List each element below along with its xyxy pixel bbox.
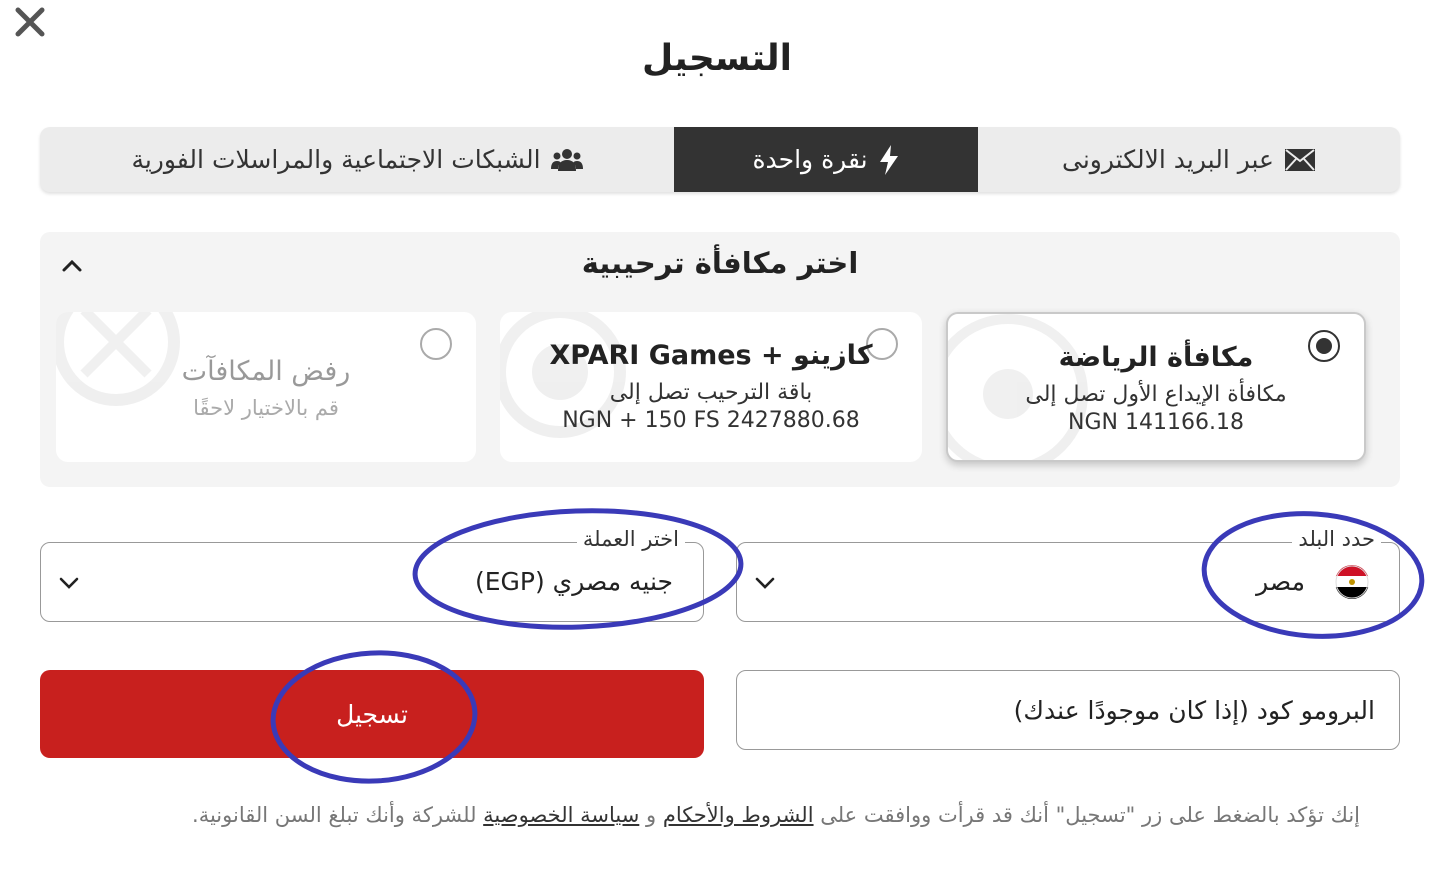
- country-value: مصر: [1256, 567, 1305, 596]
- dialog-title: التسجيل: [642, 38, 792, 79]
- tab-one-click-label: نقرة واحدة: [752, 145, 868, 174]
- promo-code-input[interactable]: [736, 670, 1400, 750]
- bonus-option-sport[interactable]: مكافأة الرياضة مكافأة الإيداع الأول تصل …: [946, 312, 1366, 462]
- close-button[interactable]: [12, 4, 48, 40]
- collapse-button[interactable]: [58, 252, 86, 280]
- bonus-heading: اختر مكافأة ترحيبية: [581, 246, 859, 280]
- tab-email-label: عبر البريد الالكترونى: [1062, 145, 1274, 174]
- currency-value: جنيه مصري (EGP): [474, 567, 673, 596]
- country-label: حدد البلد: [1292, 527, 1381, 551]
- registration-tabs: عبر البريد الالكترونى نقرة واحدة الشبكات…: [40, 127, 1400, 192]
- bonus-option-reject[interactable]: رفض المكافآت قم بالاختيار لاحقًا: [56, 312, 476, 462]
- country-select[interactable]: حدد البلد مصر: [736, 527, 1400, 622]
- close-icon: [15, 7, 45, 37]
- chevron-down-icon: [755, 577, 775, 589]
- tab-social-label: الشبكات الاجتماعية والمراسلات الفورية: [131, 145, 541, 174]
- tab-one-click[interactable]: نقرة واحدة: [674, 127, 978, 192]
- chevron-up-icon: [62, 259, 82, 272]
- privacy-link[interactable]: سياسة الخصوصية: [483, 803, 639, 827]
- currency-select[interactable]: اختر العملة جنيه مصري (EGP): [40, 527, 704, 622]
- bonus-option-casino[interactable]: كازينو + XPARI Games باقة الترحيب تصل إل…: [500, 312, 922, 462]
- bonus-sport-amount: NGN 141166.18: [1068, 410, 1244, 435]
- bonus-casino-title: كازينو + XPARI Games: [549, 340, 873, 371]
- bonus-sport-desc: مكافأة الإيداع الأول تصل إلى: [1025, 382, 1287, 407]
- disclaimer: إنك تؤكد بالضغط على زر "تسجيل" أنك قد قر…: [40, 803, 1360, 827]
- bonus-panel: اختر مكافأة ترحيبية مكافأة الرياضة مكافأ…: [40, 232, 1400, 487]
- cross-circle-icon: [56, 312, 180, 406]
- disclaimer-and: و: [639, 803, 663, 827]
- currency-label: اختر العملة: [576, 527, 685, 551]
- terms-link[interactable]: الشروط والأحكام: [663, 803, 814, 827]
- bonus-sport-title: مكافأة الرياضة: [1058, 342, 1254, 373]
- tab-email[interactable]: عبر البريد الالكترونى: [978, 127, 1400, 192]
- users-icon: [550, 148, 583, 171]
- bonus-casino-desc: باقة الترحيب تصل إلى: [609, 380, 813, 405]
- egypt-flag-icon: [1335, 565, 1369, 599]
- bonus-reject-title: رفض المكافآت: [181, 356, 351, 387]
- disclaimer-text-end: للشركة وأنك تبلغ السن القانونية.: [192, 803, 484, 827]
- disclaimer-text: إنك تؤكد بالضغط على زر "تسجيل" أنك قد قر…: [813, 803, 1360, 827]
- envelope-icon: [1284, 148, 1315, 171]
- register-button[interactable]: تسجيل: [40, 670, 704, 758]
- tab-social[interactable]: الشبكات الاجتماعية والمراسلات الفورية: [40, 127, 674, 192]
- bonus-casino-amount: NGN + 150 FS 2427880.68: [562, 408, 860, 433]
- chevron-down-icon: [59, 577, 79, 589]
- bonus-reject-desc: قم بالاختيار لاحقًا: [193, 396, 339, 420]
- lightning-icon: [879, 144, 898, 175]
